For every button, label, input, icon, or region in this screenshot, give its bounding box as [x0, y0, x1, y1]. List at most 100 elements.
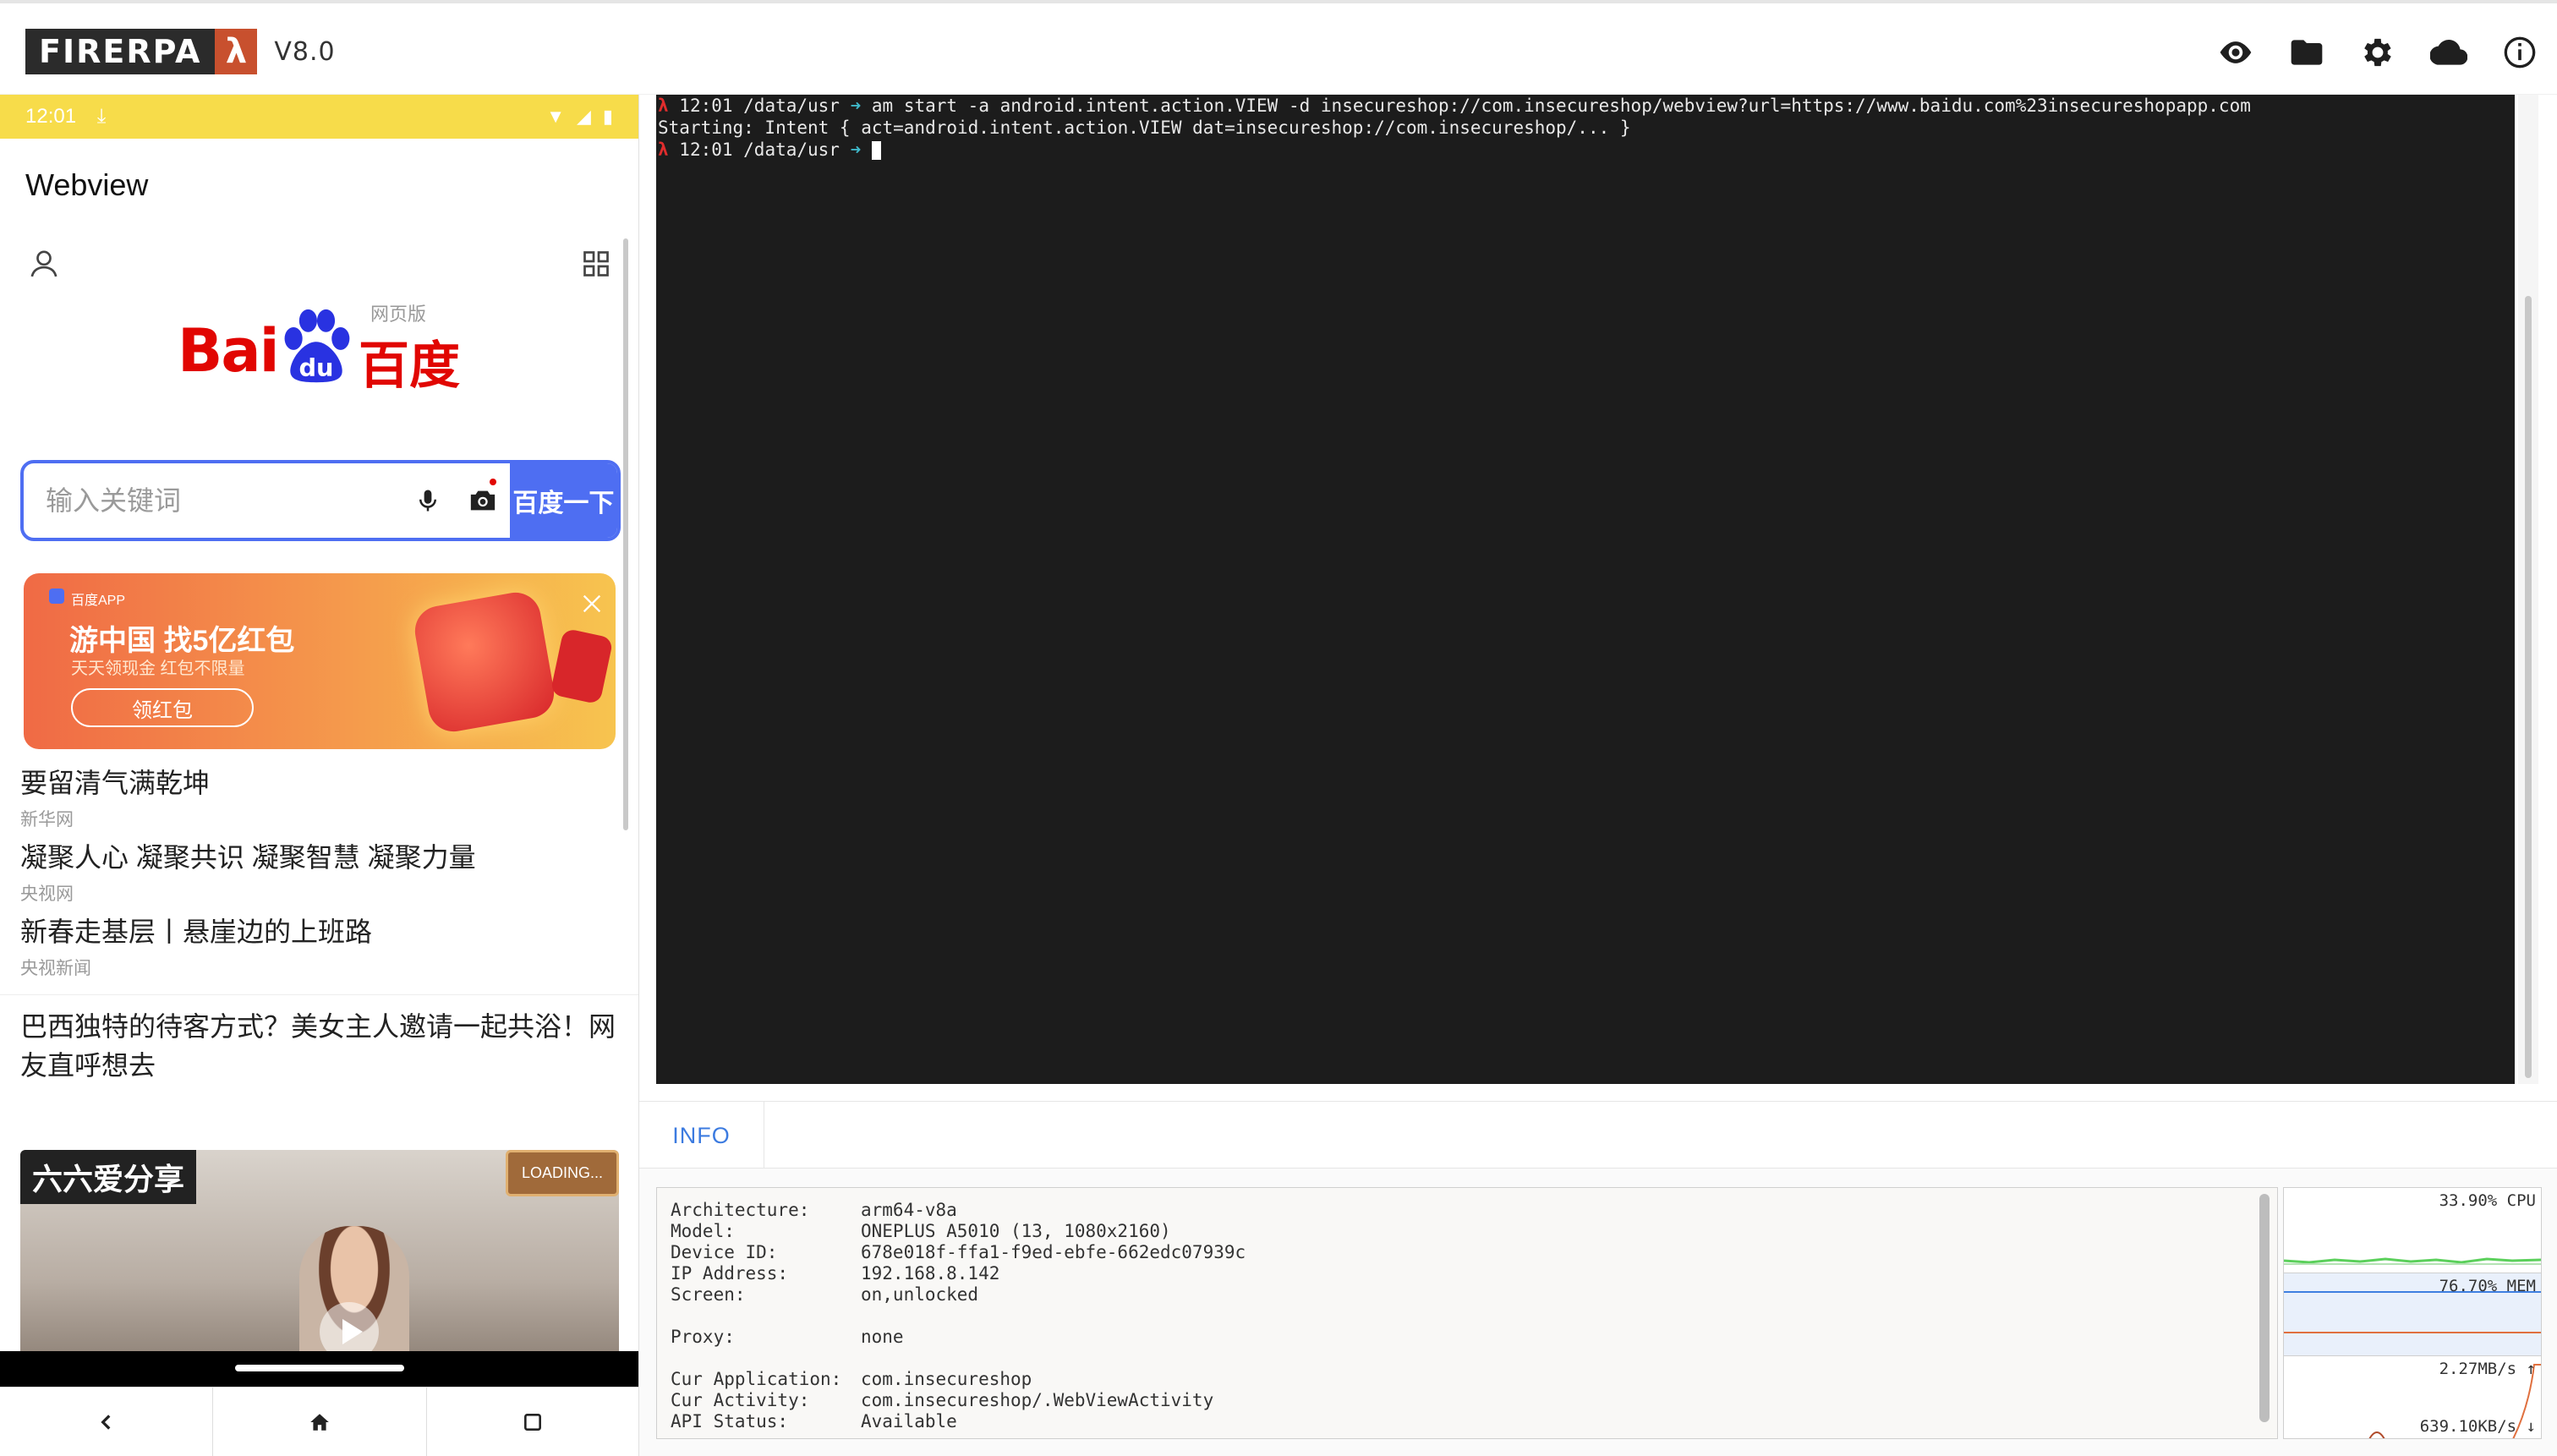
device-screen[interactable]: 12:01 ⤓ ▼ ◢ ▮ Webview Bai du 网页版 百度 输入关键…	[0, 95, 639, 1456]
terminal[interactable]: λ 12:01 /data/usr ➜ am start -a android.…	[656, 95, 2515, 1084]
app-version: V8.0	[274, 36, 336, 67]
info-icon[interactable]	[2501, 34, 2538, 71]
tab-info[interactable]: INFO	[639, 1102, 764, 1169]
info-value: arm64-v8a	[861, 1200, 957, 1220]
promo-banner[interactable]: 百度APP 游中国 找5亿红包 天天领现金 红包不限量 领红包	[24, 573, 616, 749]
baidu-logo: Bai du 网页版 百度	[0, 299, 638, 401]
info-key: Architecture:	[671, 1200, 810, 1220]
info-key: IP Address:	[671, 1263, 789, 1284]
info-row: IP Address: 192.168.8.142	[671, 1263, 2277, 1284]
download-icon: ⤓	[96, 105, 107, 128]
baidu-logo-latin: Bai	[178, 316, 280, 386]
back-button[interactable]	[0, 1388, 214, 1456]
prompt-lambda: λ	[658, 140, 669, 160]
network-upload-label: 2.27MB/s ↑	[2439, 1360, 2536, 1378]
folder-icon[interactable]	[2288, 34, 2325, 71]
info-key: Cur Activity:	[671, 1390, 810, 1410]
info-row: Model: ONEPLUS A5010 (13, 1080x2160)	[671, 1221, 2277, 1242]
news-source: 央视网	[20, 884, 74, 904]
feature-title[interactable]: 巴西独特的待客方式？美女主人邀请一起共浴！网友直呼想去	[0, 1007, 638, 1085]
resource-monitor: 33.90% CPU 76.70% MEM 2.27MB/s ↑ 639.10K…	[2283, 1187, 2542, 1439]
info-scrollbar[interactable]	[2259, 1194, 2270, 1422]
info-row: Proxy: none	[671, 1327, 2277, 1348]
banner-subtitle: 天天领现金 红包不限量	[71, 660, 245, 678]
video-label: 六六爱分享	[20, 1150, 197, 1204]
baidu-paw-icon: du	[284, 309, 350, 383]
prompt-path: 12:01 /data/usr	[668, 96, 851, 116]
status-bar: 12:01 ⤓ ▼ ◢ ▮	[0, 95, 638, 139]
microphone-icon[interactable]	[401, 463, 455, 538]
terminal-output: Starting: Intent { act=android.intent.ac…	[658, 118, 1631, 138]
info-tab-bar: INFO	[639, 1101, 2557, 1169]
cloud-icon[interactable]	[2430, 34, 2467, 71]
terminal-scrollbar-thumb[interactable]	[2525, 296, 2532, 1078]
news-source: 新华网	[20, 810, 74, 829]
info-row: API Status: Available	[671, 1411, 2277, 1432]
banner-button[interactable]: 领红包	[71, 688, 254, 727]
list-item[interactable]: 凝聚人心 凝聚共识 凝聚智慧 凝聚力量 央视网	[0, 837, 638, 911]
camera-badge	[489, 479, 496, 485]
cpu-graph: 33.90% CPU	[2284, 1188, 2541, 1273]
info-value: 678e018f-ffa1-f9ed-ebfe-662edc07939c	[861, 1242, 1246, 1262]
home-handle[interactable]	[235, 1365, 404, 1371]
search-input[interactable]	[24, 463, 401, 538]
prompt-path: 12:01 /data/usr	[668, 140, 851, 160]
list-item[interactable]: 新春走基层丨悬崖边的上班路 央视新闻	[0, 911, 638, 986]
cpu-label: 33.90% CPU	[2439, 1191, 2536, 1210]
video-badge: LOADING...	[505, 1150, 619, 1196]
terminal-command: am start -a android.intent.action.VIEW -…	[861, 96, 2251, 116]
list-item[interactable]: 要留清气满乾坤 新华网	[0, 763, 638, 837]
mem-graph: 76.70% MEM	[2284, 1273, 2541, 1355]
recents-button[interactable]	[427, 1388, 638, 1456]
android-nav-bar	[0, 1387, 638, 1456]
news-title[interactable]: 凝聚人心 凝聚共识 凝聚智慧 凝聚力量	[20, 837, 619, 878]
banner-app-label: 百度APP	[71, 594, 126, 608]
wifi-icon: ▼	[546, 106, 565, 127]
camera-icon[interactable]	[455, 463, 509, 538]
news-title[interactable]: 要留清气满乾坤	[20, 763, 619, 803]
info-key: Model:	[671, 1221, 735, 1241]
device-info: Architecture: arm64-v8a Model: ONEPLUS A50…	[656, 1187, 2278, 1439]
logo-lambda: λ	[215, 29, 258, 74]
close-icon[interactable]	[580, 592, 604, 616]
news-source: 央视新闻	[20, 959, 91, 978]
network-download-label: 639.10KB/s ↓	[2419, 1417, 2536, 1436]
search-button[interactable]: 百度一下	[509, 463, 617, 538]
baidu-search-bar: 百度一下	[20, 460, 621, 541]
grid-icon[interactable]	[581, 249, 611, 279]
info-row: Cur Activity: com.insecureshop/.WebViewAc…	[671, 1390, 2277, 1411]
eye-icon[interactable]	[2217, 34, 2254, 71]
info-value: on,unlocked	[861, 1284, 979, 1305]
news-title[interactable]: 新春走基层丨悬崖边的上班路	[20, 911, 619, 952]
header-toolbar	[2217, 34, 2538, 71]
terminal-line: λ 12:01 /data/usr ➜ am start -a android.…	[658, 95, 2513, 117]
prompt-arrow: ➜	[850, 140, 862, 160]
info-key: API Status:	[671, 1411, 789, 1431]
info-value: 192.168.8.142	[861, 1263, 1000, 1284]
video-thumbnail[interactable]: 六六爱分享 LOADING...	[20, 1150, 619, 1370]
prompt-arrow: ➜	[850, 96, 862, 116]
user-icon[interactable]	[27, 247, 61, 281]
baidu-app-icon	[49, 588, 64, 604]
news-feed: 要留清气满乾坤 新华网 凝聚人心 凝聚共识 凝聚智慧 凝聚力量 央视网 新春走基…	[0, 763, 638, 1085]
chevron-left-icon	[101, 1414, 111, 1430]
gear-icon[interactable]	[2359, 34, 2396, 71]
baidu-logo-du: du	[298, 353, 333, 382]
terminal-command	[861, 140, 872, 160]
app-logo: FIRERPA λ V8.0	[25, 29, 336, 74]
divider	[0, 994, 638, 995]
baidu-logo-tag: 网页版	[370, 304, 427, 325]
signal-icon: ◢	[576, 106, 591, 127]
info-value: com.insecureshop/.WebViewActivity	[861, 1390, 1214, 1410]
logo-text: FIRERPA	[25, 29, 216, 74]
mem-label: 76.70% MEM	[2439, 1277, 2536, 1295]
info-value: com.insecureshop	[861, 1369, 1032, 1389]
info-key: Proxy:	[671, 1327, 735, 1347]
prompt-lambda: λ	[658, 96, 669, 116]
red-envelope-image-small	[550, 627, 614, 705]
home-button[interactable]	[213, 1388, 427, 1456]
square-icon	[524, 1413, 542, 1431]
baidu-header	[0, 232, 638, 299]
